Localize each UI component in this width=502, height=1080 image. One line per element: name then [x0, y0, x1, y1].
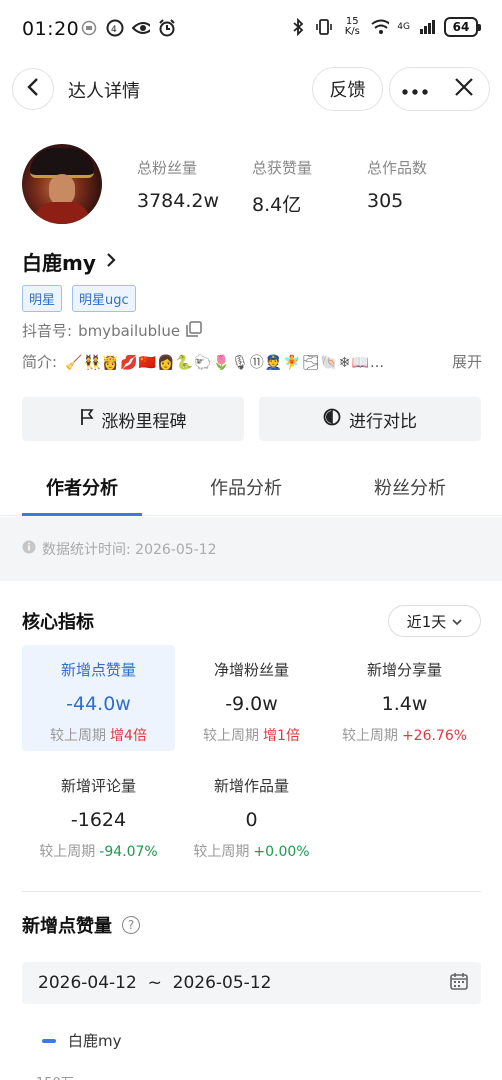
tab-author-analysis[interactable]: 作者分析: [0, 462, 164, 516]
y-axis-tick: 150万: [36, 1072, 74, 1080]
tab-fans-analysis[interactable]: 粉丝分析: [328, 462, 492, 515]
nav-bar: 达人详情 反馈: [0, 64, 502, 114]
legend-label: 白鹿my: [68, 1032, 122, 1050]
milestone-button[interactable]: 涨粉里程碑: [22, 397, 244, 441]
date-range-picker[interactable]: 2026-04-12 ~ 2026-05-12: [22, 962, 481, 1004]
metric-new-shares[interactable]: 新增分享量 1.4w 较上周期 +26.76%: [328, 645, 481, 751]
douyin-id-row: 抖音号: bmybailublue: [22, 320, 202, 341]
profile-stats: 总粉丝量 3784.2w 总获赞量 8.4亿 总作品数 305: [137, 157, 482, 217]
metric-new-comments[interactable]: 新增评论量 -1624 较上周期 -94.07%: [22, 761, 175, 867]
info-icon: [22, 540, 36, 558]
tab-works-analysis[interactable]: 作品分析: [164, 462, 328, 515]
action-row: 涨粉里程碑 进行对比: [22, 397, 481, 441]
signal-icon: [418, 18, 436, 36]
legend-swatch: [42, 1038, 56, 1043]
intro-text: 🧹👯👸💋🇨🇳👩🐍🐑🌷🎙⑪👮🧚🌫🐚❄📖…: [65, 354, 385, 371]
core-metrics-grid: 新增点赞量 -44.0w 较上周期 增4倍 净增粉丝量 -9.0w 较上周期 增1倍…: [22, 645, 481, 877]
metric-new-likes[interactable]: 新增点赞量 -44.0w 较上周期 增4倍: [22, 645, 175, 751]
battery-indicator: 64: [444, 17, 481, 37]
flag-icon: [80, 408, 94, 431]
analysis-tabs: 作者分析 作品分析 粉丝分析: [0, 462, 502, 516]
close-icon: [454, 77, 474, 101]
likes-section-title: 新增点赞量: [22, 916, 112, 937]
stat-likes: 总获赞量 8.4亿: [252, 159, 313, 216]
metric-net-followers[interactable]: 净增粉丝量 -9.0w 较上周期 增1倍: [175, 645, 328, 751]
creator-tags: 明星 明星ugc: [22, 285, 136, 312]
chevron-right-icon: [106, 252, 116, 272]
help-icon[interactable]: ?: [122, 916, 140, 934]
douyin-id: bmybailublue: [78, 321, 181, 340]
eye-icon: [132, 19, 150, 37]
svg-text:4: 4: [111, 25, 117, 35]
likes-section-header: 新增点赞量 ?: [22, 912, 140, 938]
intro-row: 简介: 🧹👯👸💋🇨🇳👩🐍🐑🌷🎙⑪👮🧚🌫🐚❄📖… 展开: [22, 351, 482, 372]
mini-program-capsule: [389, 67, 490, 111]
stat-time: 数据统计时间: 2026-05-12: [42, 542, 217, 558]
compare-icon: [323, 408, 341, 431]
stat-works: 总作品数 305: [367, 159, 428, 212]
intro-label: 简介:: [22, 353, 58, 371]
sim-icon: [80, 19, 98, 37]
section-divider: [22, 891, 481, 892]
bluetooth-icon: [289, 18, 307, 36]
back-button[interactable]: [12, 68, 54, 110]
more-dots-icon: [402, 80, 428, 99]
calendar-icon: [449, 971, 469, 996]
avatar[interactable]: [22, 144, 102, 224]
chart-legend: 白鹿my: [42, 1030, 122, 1051]
chevron-left-icon: [26, 77, 40, 101]
alarm-icon: [158, 19, 176, 37]
chevron-down-icon: [452, 612, 462, 630]
metric-new-works[interactable]: 新增作品量 0 较上周期 +0.00%: [175, 761, 328, 867]
close-button[interactable]: [440, 68, 490, 110]
vibrate-icon: [315, 18, 333, 36]
period-select[interactable]: 近1天: [388, 605, 481, 637]
page-title: 达人详情: [68, 81, 140, 102]
compare-button[interactable]: 进行对比: [259, 397, 481, 441]
wifi-icon: [371, 18, 390, 36]
date-range-text: 2026-04-12 ~ 2026-05-12: [38, 973, 272, 993]
signal-type: 4G: [397, 22, 410, 32]
stat-time-bar: 数据统计时间: 2026-05-12: [0, 517, 502, 581]
creator-name-row[interactable]: 白鹿my: [22, 247, 116, 276]
tag-star: 明星: [22, 285, 63, 312]
expand-link[interactable]: 展开: [452, 351, 482, 372]
data-saver-icon: 4: [106, 19, 124, 37]
feedback-button[interactable]: 反馈: [312, 67, 383, 111]
status-bar: 01:20 4 15 K/s 4G 64: [0, 0, 502, 60]
core-metrics-header: 核心指标 近1天: [22, 605, 481, 637]
creator-name: 白鹿my: [22, 251, 96, 275]
status-time: 01:20: [22, 18, 80, 40]
stat-followers: 总粉丝量 3784.2w: [137, 159, 220, 212]
copy-icon[interactable]: [186, 320, 202, 341]
tag-star-ugc: 明星ugc: [72, 285, 136, 312]
core-metrics-title: 核心指标: [22, 612, 94, 633]
more-button[interactable]: [390, 68, 440, 110]
net-speed: 15 K/s: [344, 16, 360, 37]
